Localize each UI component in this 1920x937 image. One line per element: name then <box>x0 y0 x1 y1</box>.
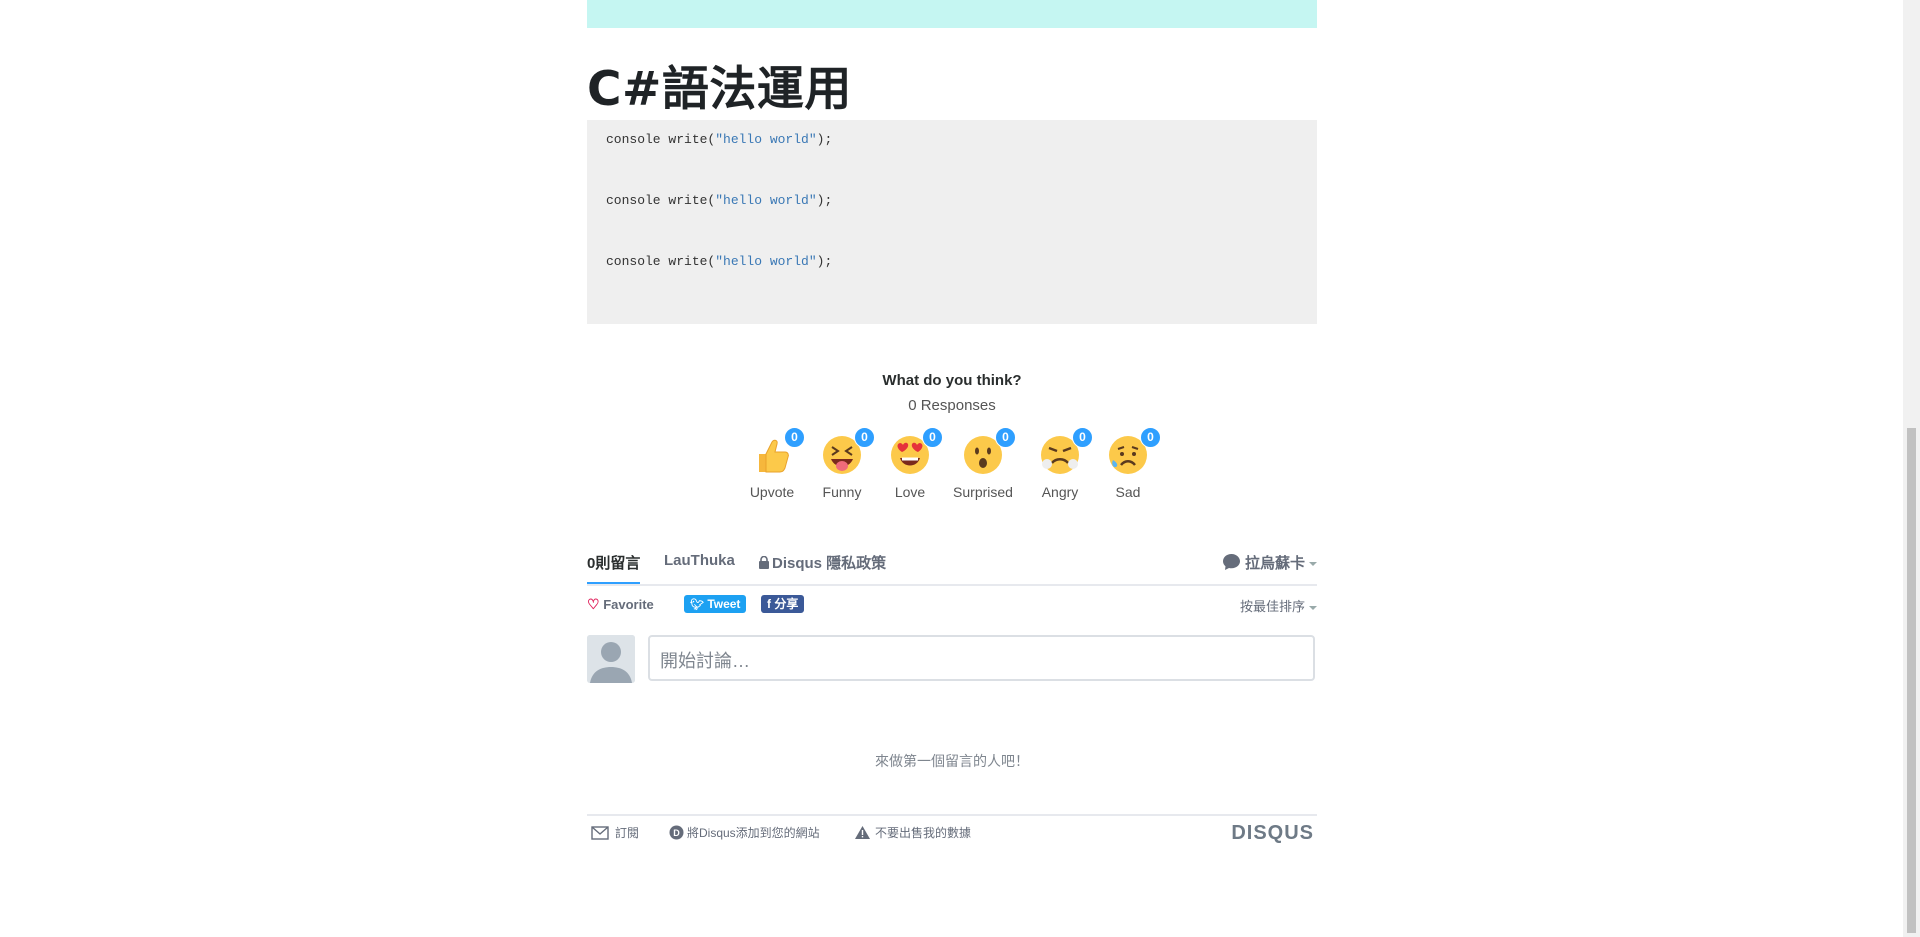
code-block: console write("hello world"); console wr… <box>587 120 1317 324</box>
default-avatar-icon <box>587 635 635 683</box>
reaction-list: 0 Upvote 0 Funny 0 Love 0 Surprised 0 An… <box>737 427 1167 524</box>
reactions-panel: What do you think? 0 Responses 0 Upvote … <box>587 370 1317 500</box>
comment-input[interactable]: 開始討論… <box>648 635 1315 681</box>
sort-dropdown[interactable]: 按最佳排序 <box>1240 596 1317 615</box>
comment-composer: 開始討論… <box>587 635 1317 683</box>
reaction-count: 0 <box>995 427 1016 448</box>
scrollbar-thumb[interactable] <box>1907 428 1916 933</box>
sad-face-icon: 0 <box>1107 427 1161 476</box>
surprised-face-icon: 0 <box>962 427 1016 476</box>
tab-community[interactable]: LauThuka <box>664 552 735 569</box>
avatar <box>587 635 635 683</box>
page: C#語法運用 console write("hello world"); con… <box>0 0 1903 937</box>
user-menu[interactable]: 拉烏蘇卡 <box>1222 552 1317 575</box>
tab-comments-count[interactable]: 0則留言 <box>587 552 640 573</box>
code-string: "hello world" <box>715 193 817 208</box>
vertical-scrollbar[interactable] <box>1903 0 1920 937</box>
code-text: console write( <box>606 132 716 147</box>
reaction-sad[interactable]: 0 Sad <box>1093 427 1163 500</box>
reaction-count: 0 <box>922 427 943 448</box>
add-disqus-link[interactable]: D 將Disqus添加到您的網站 <box>669 824 820 843</box>
section-heading: C#語法運用 <box>587 62 852 117</box>
share-label: 分享 <box>774 597 799 611</box>
responses-count: 0 Responses <box>908 397 996 414</box>
envelope-icon <box>591 826 609 843</box>
reaction-love[interactable]: 0 Love <box>875 427 945 500</box>
tweet-button[interactable]: 🐦︎ Tweet <box>684 595 747 613</box>
code-text: console write( <box>606 193 716 208</box>
reaction-label: Upvote <box>749 484 795 500</box>
reaction-upvote[interactable]: 0 Upvote <box>737 427 807 500</box>
thumbs-up-icon: 0 <box>751 427 805 476</box>
facebook-share-button[interactable]: f 分享 <box>761 595 805 613</box>
reaction-angry[interactable]: 0 Angry <box>1025 427 1095 500</box>
reaction-count: 0 <box>784 427 805 448</box>
code-line: console write("hello world"); <box>606 132 832 147</box>
facebook-icon: f <box>767 597 771 611</box>
heart-icon: ♡ <box>587 596 600 612</box>
svg-text:D: D <box>673 828 680 838</box>
heart-eyes-face-icon: 0 <box>889 427 943 476</box>
sort-label: 按最佳排序 <box>1239 599 1305 614</box>
favorite-button[interactable]: ♡ Favorite <box>587 596 654 613</box>
reaction-funny[interactable]: 0 Funny <box>807 427 877 500</box>
code-text: ); <box>816 193 833 208</box>
add-disqus-label: 將Disqus添加到您的網站 <box>687 826 820 840</box>
lock-icon <box>759 555 769 573</box>
code-text: ); <box>816 254 833 269</box>
user-name: 拉烏蘇卡 <box>1244 555 1305 572</box>
disqus-footer: 訂閱 D 將Disqus添加到您的網站 不要出售我的數據 DISQUS <box>587 814 1317 846</box>
code-text: ); <box>816 132 833 147</box>
chat-bubble-icon <box>1222 553 1241 575</box>
reaction-count: 0 <box>1072 427 1093 448</box>
subscribe-label: 訂閱 <box>615 826 640 840</box>
code-string: "hello world" <box>715 132 817 147</box>
code-line: console write("hello world"); <box>606 193 832 208</box>
privacy-label: Disqus 隱私政策 <box>772 555 887 572</box>
reaction-label: Love <box>894 484 926 500</box>
reaction-count: 0 <box>854 427 875 448</box>
active-tab-indicator <box>587 582 640 584</box>
twitter-bird-icon: 🐦︎ <box>690 599 704 611</box>
comments-tabs: 0則留言 LauThuka Disqus 隱私政策 拉烏蘇卡 <box>587 548 1317 586</box>
reaction-label: Surprised <box>953 484 1013 500</box>
tweet-label: Tweet <box>707 597 741 611</box>
disqus-d-icon: D <box>669 825 684 843</box>
reaction-label: Angry <box>1041 484 1079 500</box>
reaction-label: Funny <box>822 484 862 500</box>
thread-actions: ♡ Favorite 🐦︎ Tweet f 分享 按最佳排序 <box>587 594 1317 616</box>
warning-icon <box>855 826 870 842</box>
do-not-sell-label: 不要出售我的數據 <box>875 826 972 840</box>
reactions-question: What do you think? <box>882 372 1022 389</box>
top-banner <box>587 0 1317 28</box>
disqus-logo[interactable]: DISQUS <box>1231 822 1314 845</box>
empty-comments-message: 來做第一個留言的人吧！ <box>875 753 1029 769</box>
tab-privacy-policy[interactable]: Disqus 隱私政策 <box>759 552 886 573</box>
subscribe-link[interactable]: 訂閱 <box>591 824 639 843</box>
laughing-face-icon: 0 <box>821 427 875 476</box>
reaction-label: Sad <box>1115 484 1141 500</box>
reaction-surprised[interactable]: 0 Surprised <box>948 427 1018 500</box>
reaction-count: 0 <box>1140 427 1161 448</box>
content-column: C#語法運用 console write("hello world"); con… <box>587 0 1317 844</box>
code-text: console write( <box>606 254 716 269</box>
code-string: "hello world" <box>715 254 817 269</box>
angry-face-icon: 0 <box>1039 427 1093 476</box>
code-line: console write("hello world"); <box>606 254 832 269</box>
do-not-sell-link[interactable]: 不要出售我的數據 <box>855 824 971 842</box>
favorite-label: Favorite <box>603 597 654 612</box>
chevron-down-icon <box>1309 562 1317 567</box>
chevron-down-icon <box>1309 605 1317 610</box>
